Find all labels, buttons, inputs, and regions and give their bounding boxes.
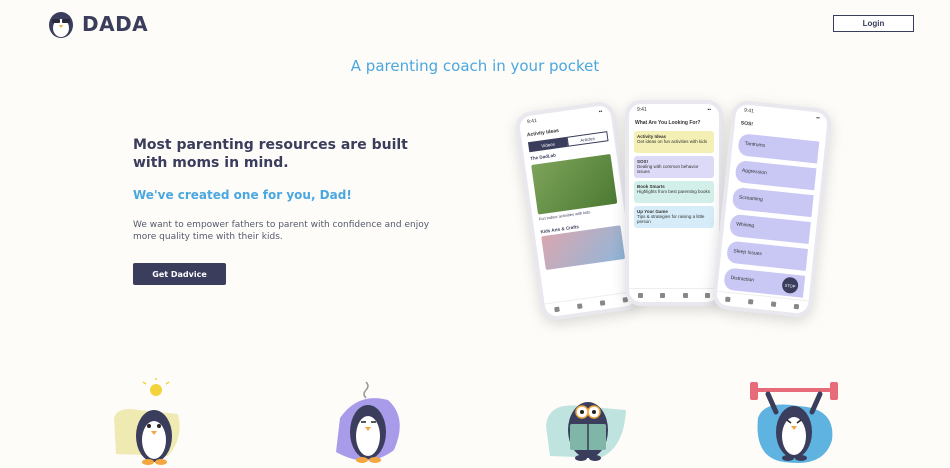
sos-item-label: Distraction (730, 275, 755, 284)
status-time: 9:41 (743, 107, 755, 115)
sos-item[interactable]: Aggression (734, 160, 817, 191)
penguin-strong-illustration (750, 382, 838, 464)
hero-description: We want to empower fathers to parent wit… (133, 220, 430, 242)
screen-title: What Are You Looking For? (635, 120, 701, 126)
mail-icon[interactable] (793, 303, 800, 310)
home-icon[interactable] (637, 293, 643, 298)
get-dadvice-button[interactable]: Get Dadvice (133, 263, 226, 285)
home-icon[interactable] (554, 306, 560, 313)
sos-item[interactable]: Whining (728, 213, 811, 245)
brand-name: DADA (82, 12, 149, 36)
home-icon[interactable] (725, 296, 731, 303)
card-text: Highlights from best parenting books (637, 189, 711, 194)
penguin-idea-illustration (114, 378, 180, 465)
sos-item[interactable]: Screaming (731, 186, 814, 218)
video-thumbnail[interactable] (531, 153, 618, 215)
category-card[interactable]: Activity Ideas Get ideas on fun activitie… (634, 131, 714, 153)
brand-logo[interactable]: DADA (46, 9, 148, 39)
card-text: Dealing with common behavior issues (637, 164, 699, 174)
hero-subheadline: We've created one for you, Dad! (133, 188, 352, 202)
book-icon[interactable] (599, 300, 606, 306)
tagline: A parenting coach in your pocket (350, 57, 600, 75)
category-card[interactable]: SOS! Dealing with common behavior issues (634, 156, 714, 178)
signal-icon: ▪▪ (598, 108, 603, 116)
lightbulb-icon[interactable] (576, 303, 583, 310)
book-icon[interactable] (770, 301, 777, 307)
signal-icon: ▪▪ (815, 115, 821, 122)
lightbulb-icon[interactable] (747, 299, 754, 305)
phone-activity-ideas: 9:41 ▪▪ Activity Ideas Videos Articles Th… (513, 100, 643, 322)
status-time: 9:41 (637, 107, 647, 113)
stop-badge: STOP (781, 276, 799, 295)
category-card[interactable]: Book Smarts Highlights from best parentin… (634, 181, 714, 203)
phone-what-are-you-looking-for: 9:41 ▪▪ What Are You Looking For? Activit… (625, 100, 723, 306)
phone-sos: 9:41 ▪▪ SOS! Tantrums Aggression Screamin… (711, 99, 833, 319)
status-bar: 9:41 ▪▪ (629, 104, 719, 118)
signal-icon: ▪▪ (707, 107, 711, 113)
hero-headline: Most parenting resources are built with … (133, 137, 408, 171)
penguin-reading-illustration (546, 402, 626, 461)
card-text: Tips & strategies for raising a little p… (637, 214, 705, 224)
book-icon[interactable] (682, 293, 688, 298)
penguin-tired-illustration (336, 381, 400, 463)
login-button[interactable]: Login (833, 15, 914, 32)
bottom-nav (544, 290, 638, 318)
category-card[interactable]: Up Your Game Tips & strategies for raisin… (634, 206, 714, 228)
mail-icon[interactable] (705, 293, 711, 298)
lightbulb-icon[interactable] (660, 293, 666, 298)
status-time: 9:41 (526, 117, 538, 126)
bottom-nav (629, 288, 719, 302)
penguin-logo-icon (49, 12, 73, 38)
card-text: Get ideas on fun activities with kids (637, 139, 708, 144)
sos-item[interactable]: Tantrums (737, 133, 820, 164)
sos-item[interactable]: Sleep Issues (726, 240, 809, 271)
